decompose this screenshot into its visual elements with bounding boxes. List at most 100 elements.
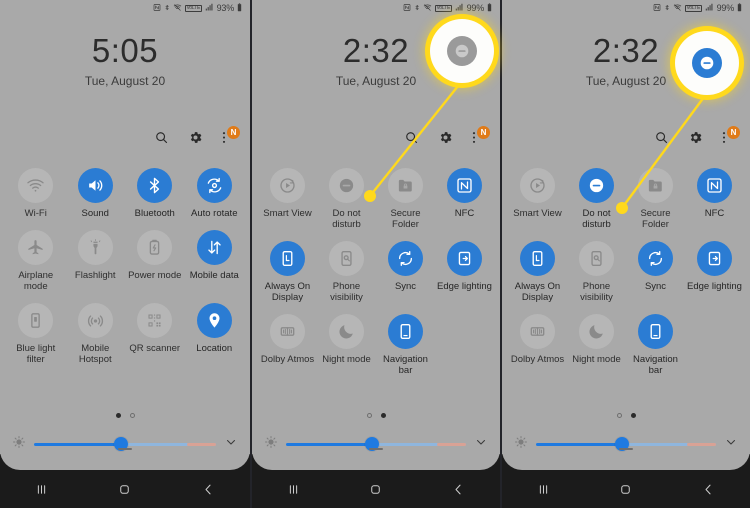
quick-tile-navigation-bar[interactable]: Navigation bar <box>376 314 435 376</box>
dolby-atmos-icon <box>270 314 305 349</box>
quick-tile-dolby-atmos[interactable]: Dolby Atmos <box>508 314 567 376</box>
quick-tile-sound[interactable]: Sound <box>66 168 126 219</box>
page-dot[interactable] <box>115 413 121 418</box>
clock-time: 5:05 <box>91 32 159 69</box>
navigation-bar <box>0 470 250 508</box>
quick-tile-airplane-mode[interactable]: Airplane mode <box>6 230 66 292</box>
quick-tile-night-mode[interactable]: Night mode <box>317 314 376 376</box>
quick-tile-always-on-display[interactable]: Always On Display <box>508 241 567 303</box>
overflow-menu-icon[interactable]: N <box>472 126 490 146</box>
quick-tile-label: Do not disturb <box>332 208 361 230</box>
quick-tile-label: Sync <box>644 281 667 292</box>
drag-handle[interactable] <box>369 448 383 450</box>
status-bar: VoLTE 93% <box>0 0 250 16</box>
sheet-handle-row[interactable] <box>252 446 500 470</box>
search-icon[interactable] <box>404 130 420 146</box>
quick-tile-sync[interactable]: Sync <box>626 241 685 303</box>
status-bluetooth-icon <box>164 0 170 17</box>
quick-tile-do-not-disturb[interactable]: Do not disturb <box>567 168 626 230</box>
navigation-bar <box>502 470 750 508</box>
overflow-menu-icon[interactable]: N <box>722 126 740 146</box>
quick-tile-blue-light-filter[interactable]: Blue light filter <box>6 303 66 365</box>
quick-tile-secure-folder[interactable]: Secure Folder <box>376 168 435 230</box>
quick-tile-nfc[interactable]: NFC <box>685 168 744 230</box>
quick-tile-label: NFC <box>454 208 475 219</box>
back-button[interactable] <box>439 474 479 504</box>
quick-tile-label: Wi-Fi <box>24 208 47 219</box>
status-volte-icon: VoLTE <box>684 4 702 12</box>
navigation-bar-icon <box>638 314 673 349</box>
nfc-icon <box>697 168 732 203</box>
quick-tile-nfc[interactable]: NFC <box>435 168 494 230</box>
quick-tile-night-mode[interactable]: Night mode <box>567 314 626 376</box>
page-dot[interactable] <box>616 413 622 418</box>
quick-tile-smart-view[interactable]: Smart View <box>258 168 317 230</box>
quick-tile-bluetooth[interactable]: Bluetooth <box>125 168 185 219</box>
quick-tile-qr-scanner[interactable]: QR scanner <box>125 303 185 365</box>
back-button[interactable] <box>188 474 228 504</box>
quick-tile-flashlight[interactable]: Flashlight <box>66 230 126 292</box>
quick-tile-always-on-display[interactable]: Always On Display <box>258 241 317 303</box>
page-dot[interactable] <box>129 413 135 418</box>
quick-tile-smart-view[interactable]: Smart View <box>508 168 567 230</box>
quick-tile-edge-lighting[interactable]: Edge lighting <box>435 241 494 303</box>
quick-tile-label: Edge lighting <box>687 281 742 292</box>
search-icon[interactable] <box>154 130 170 146</box>
back-button[interactable] <box>689 474 729 504</box>
quick-tile-secure-folder[interactable]: Secure Folder <box>626 168 685 230</box>
secure-folder-icon <box>638 168 673 203</box>
quick-tile-phone-visibility[interactable]: Phone visibility <box>317 241 376 303</box>
gear-icon[interactable] <box>438 130 454 146</box>
drag-handle[interactable] <box>118 448 132 450</box>
quick-tile-mobile-hotspot[interactable]: Mobile Hotspot <box>66 303 126 365</box>
recents-button[interactable] <box>22 474 62 504</box>
quick-settings-grid: Smart View Do not disturb Secure Folder NFC… <box>252 168 500 376</box>
home-button[interactable] <box>105 474 145 504</box>
page-dot[interactable] <box>380 413 386 418</box>
callout-highlight-do-not-disturb[interactable] <box>675 31 739 95</box>
quick-tile-label: Bluetooth <box>134 208 175 219</box>
bluetooth-icon <box>137 168 173 203</box>
quick-tile-phone-visibility[interactable]: Phone visibility <box>567 241 626 303</box>
quick-tile-label: Sound <box>81 208 109 219</box>
quick-tile-mobile-data[interactable]: Mobile data <box>185 230 245 292</box>
gear-icon[interactable] <box>188 130 204 146</box>
home-button[interactable] <box>356 474 396 504</box>
quick-tile-power-mode[interactable]: Power mode <box>125 230 185 292</box>
quick-tile-auto-rotate[interactable]: Auto rotate <box>185 168 245 219</box>
recents-button[interactable] <box>523 474 563 504</box>
recents-button[interactable] <box>273 474 313 504</box>
quick-tile-edge-lighting[interactable]: Edge lighting <box>685 241 744 303</box>
quick-tile-location[interactable]: Location <box>185 303 245 365</box>
sync-icon <box>388 241 423 276</box>
status-volte-icon: VoLTE <box>184 4 202 12</box>
quick-tile-wi-fi[interactable]: Wi-Fi <box>6 168 66 219</box>
home-button[interactable] <box>606 474 646 504</box>
overflow-menu-icon[interactable]: N <box>222 126 240 146</box>
quick-tile-label: Dolby Atmos <box>260 354 315 365</box>
quick-tile-dolby-atmos[interactable]: Dolby Atmos <box>258 314 317 376</box>
flashlight-icon <box>77 230 113 265</box>
drag-handle[interactable] <box>619 448 633 450</box>
status-bluetooth-icon <box>664 0 670 17</box>
status-wifi-icon <box>423 0 432 17</box>
quick-tile-sync[interactable]: Sync <box>376 241 435 303</box>
notification-badge: N <box>477 126 490 139</box>
quick-tile-do-not-disturb[interactable]: Do not disturb <box>317 168 376 230</box>
do-not-disturb-icon <box>692 48 722 78</box>
quick-tile-label: Navigation bar <box>633 354 678 376</box>
page-dot[interactable] <box>366 413 372 418</box>
sheet-handle-row[interactable] <box>502 446 750 470</box>
sound-icon <box>77 168 113 203</box>
callout-highlight-do-not-disturb[interactable] <box>430 19 494 83</box>
gear-icon[interactable] <box>688 130 704 146</box>
status-wifi-icon <box>673 0 682 17</box>
secure-folder-icon <box>388 168 423 203</box>
quick-tile-navigation-bar[interactable]: Navigation bar <box>626 314 685 376</box>
page-dot[interactable] <box>630 413 636 418</box>
page-indicator <box>502 413 750 418</box>
search-icon[interactable] <box>654 130 670 146</box>
sheet-handle-row[interactable] <box>0 446 250 470</box>
do-not-disturb-icon <box>579 168 614 203</box>
quick-tile-label: Night mode <box>572 354 621 365</box>
